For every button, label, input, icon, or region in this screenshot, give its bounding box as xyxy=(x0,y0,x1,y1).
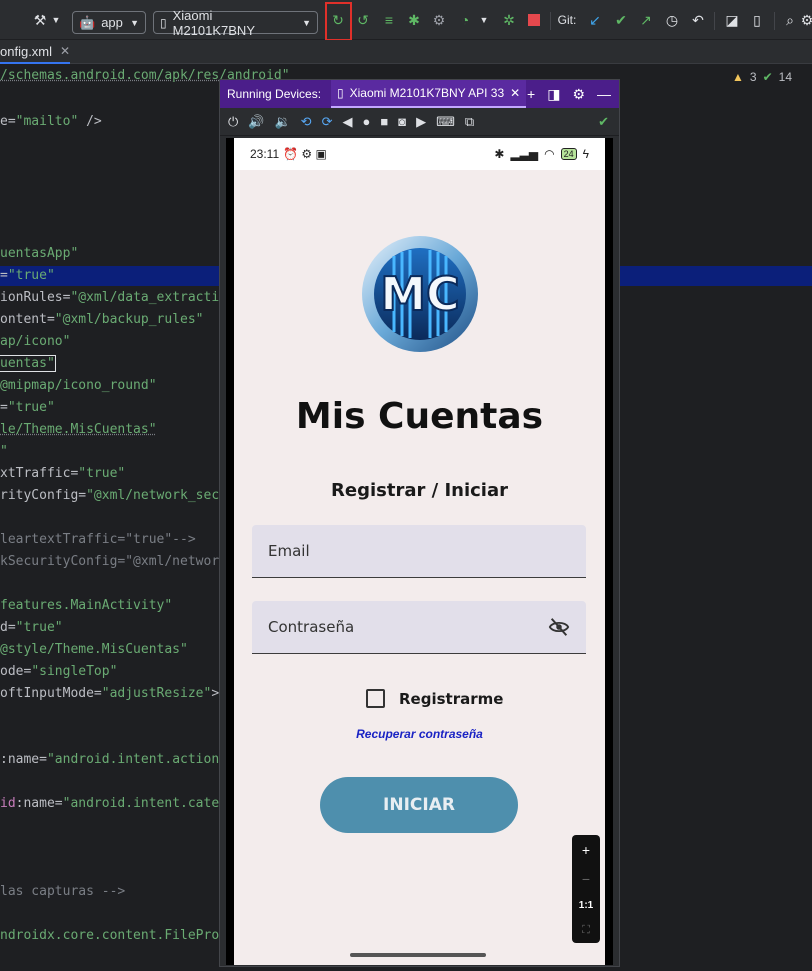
status-time: 23:11 xyxy=(250,147,280,161)
tab-network-config[interactable]: onfig.xml ✕ xyxy=(0,40,71,64)
chevron-down-icon: ▼ xyxy=(130,17,139,28)
attach-debugger-icon[interactable]: ⚙ xyxy=(430,10,448,30)
battery-indicator: 24 xyxy=(560,148,577,160)
rollback-icon[interactable]: ↶ xyxy=(689,10,707,30)
debug-bug-icon[interactable]: ✱ xyxy=(405,10,423,30)
login-button[interactable]: INICIAR xyxy=(320,777,518,833)
phone-icon: ▯ xyxy=(160,15,167,30)
profiler-icon[interactable]: ◔ xyxy=(456,10,474,30)
password-label: Contraseña xyxy=(268,618,355,636)
git-push-icon[interactable]: ↗ xyxy=(637,10,655,30)
device-controls-bar: ⏻ 🔊 🔉 ⟲ ⟳ ◀ ● ■ ◙ ▶ ⌨ ⧉ ✔ xyxy=(220,108,619,136)
zoom-actual-size-button[interactable]: 1:1 xyxy=(579,900,593,911)
settings-gear-icon[interactable]: ⚙ xyxy=(572,86,585,103)
rotate-right-icon[interactable]: ⟳ xyxy=(322,114,333,130)
running-devices-header: Running Devices: ▯ Xiaomi M2101K7BNY API… xyxy=(220,80,619,108)
chevron-down-icon[interactable]: ▼ xyxy=(50,10,62,30)
toolbar-divider xyxy=(714,12,715,30)
git-update-icon[interactable]: ↙ xyxy=(586,10,604,30)
email-label: Email xyxy=(268,542,310,560)
panel-title: Running Devices: xyxy=(227,87,322,101)
device-screen[interactable]: 23:11 ⏰ ⚙ ▣ ✱ ▂▃▅ ◠ 24 ϟ MC Mis Cuentas … xyxy=(234,138,605,965)
git-label: Git: xyxy=(557,13,577,27)
chevron-down-icon[interactable]: ▼ xyxy=(478,10,490,30)
app-title: Mis Cuentas xyxy=(295,396,544,437)
zoom-out-icon[interactable]: − xyxy=(582,871,590,887)
record-video-icon[interactable]: ▶ xyxy=(416,114,426,130)
tab-label: onfig.xml xyxy=(0,43,53,59)
svg-text:MC: MC xyxy=(380,267,460,321)
wifi-icon: ◠ xyxy=(544,147,555,161)
stop-icon[interactable] xyxy=(525,10,543,30)
history-clock-icon[interactable]: ◷ xyxy=(663,10,681,30)
recover-password-link[interactable]: Recuperar contraseña xyxy=(234,727,605,741)
editor-tab-strip: onfig.xml ✕ xyxy=(0,40,812,64)
volume-down-icon[interactable]: 🔉 xyxy=(274,114,290,130)
zoom-in-icon[interactable]: + xyxy=(582,842,590,858)
add-icon[interactable]: + xyxy=(527,86,535,103)
tab-label: Xiaomi M2101K7BNY API 33 xyxy=(349,86,505,100)
device-mirror-icon[interactable]: ▯ xyxy=(748,10,766,30)
android-status-bar: 23:11 ⏰ ⚙ ▣ ✱ ▂▃▅ ◠ 24 ϟ xyxy=(234,138,605,170)
git-commit-icon[interactable]: ✔ xyxy=(612,10,630,30)
toolbar-divider xyxy=(550,12,551,30)
gesture-home-bar[interactable] xyxy=(350,953,486,957)
overview-icon[interactable]: ■ xyxy=(380,114,388,129)
run-config-label: app xyxy=(101,15,123,30)
search-icon[interactable]: ⌕ xyxy=(781,10,799,30)
close-icon[interactable]: ✕ xyxy=(510,86,520,100)
main-toolbar: ⚒ ▼ 🤖 app ▼ ▯ Xiaomi M2101K7BNY ▼ ↻ ↺ ≡ … xyxy=(0,0,812,41)
layout-inspector-icon[interactable]: ⧉ xyxy=(465,114,474,130)
run-tests-icon[interactable]: ≡ xyxy=(380,10,398,30)
visibility-off-icon[interactable] xyxy=(548,616,570,638)
back-icon[interactable]: ◀ xyxy=(342,114,352,130)
app-logo: MC xyxy=(362,236,478,352)
minimize-icon[interactable]: — xyxy=(597,86,611,103)
chevron-down-icon: ▼ xyxy=(302,17,311,28)
check-icon[interactable]: ✔ xyxy=(598,114,609,130)
phone-icon: ▯ xyxy=(337,86,344,100)
fit-screen-icon[interactable]: ⛶ xyxy=(582,924,590,937)
register-checkbox-row[interactable]: Registrarme xyxy=(366,689,503,708)
power-icon[interactable]: ⏻ xyxy=(228,114,238,130)
device-manager-icon[interactable]: ◪ xyxy=(722,10,742,30)
email-field[interactable]: Email xyxy=(252,525,586,578)
run-config-select[interactable]: 🤖 app ▼ xyxy=(72,11,146,34)
register-label: Registrarme xyxy=(399,689,504,708)
device-bezel-right xyxy=(605,138,613,965)
build-hammer-icon[interactable]: ⚒ xyxy=(30,10,50,30)
bluetooth-icon: ✱ xyxy=(494,147,505,161)
toolbar-divider xyxy=(774,12,775,30)
charging-icon: ϟ xyxy=(582,147,589,161)
split-view-icon[interactable]: ◨ xyxy=(547,86,560,103)
apply-code-changes-icon[interactable]: ↺ xyxy=(354,10,372,30)
password-field[interactable]: Contraseña xyxy=(252,601,586,654)
tab-device[interactable]: ▯ Xiaomi M2101K7BNY API 33 ✕ xyxy=(331,80,527,108)
debug-attach-icon[interactable]: ✲ xyxy=(500,10,518,30)
volume-up-icon[interactable]: 🔊 xyxy=(248,114,264,130)
device-select[interactable]: ▯ Xiaomi M2101K7BNY ▼ xyxy=(153,8,318,38)
home-icon[interactable]: ● xyxy=(362,114,370,129)
rotate-left-icon[interactable]: ⟲ xyxy=(301,114,312,130)
android-icon: 🤖 xyxy=(79,14,96,30)
close-icon[interactable]: ✕ xyxy=(60,44,70,58)
keyboard-icon[interactable]: ⌨ xyxy=(436,114,455,130)
device-label: Xiaomi M2101K7BNY xyxy=(172,7,255,38)
camera-icon[interactable]: ◙ xyxy=(398,114,406,129)
signal-icon: ▂▃▅ xyxy=(510,147,539,161)
alarm-icon: ⏰ ⚙ ▣ xyxy=(283,147,327,161)
screen-subtitle: Registrar / Iniciar xyxy=(331,480,508,501)
zoom-controls: + − 1:1 ⛶ xyxy=(572,835,600,943)
settings-gear-icon[interactable]: ⚙ xyxy=(802,10,812,30)
register-checkbox[interactable] xyxy=(366,689,385,708)
highlight-box xyxy=(325,2,352,41)
device-bezel-left xyxy=(226,138,234,965)
